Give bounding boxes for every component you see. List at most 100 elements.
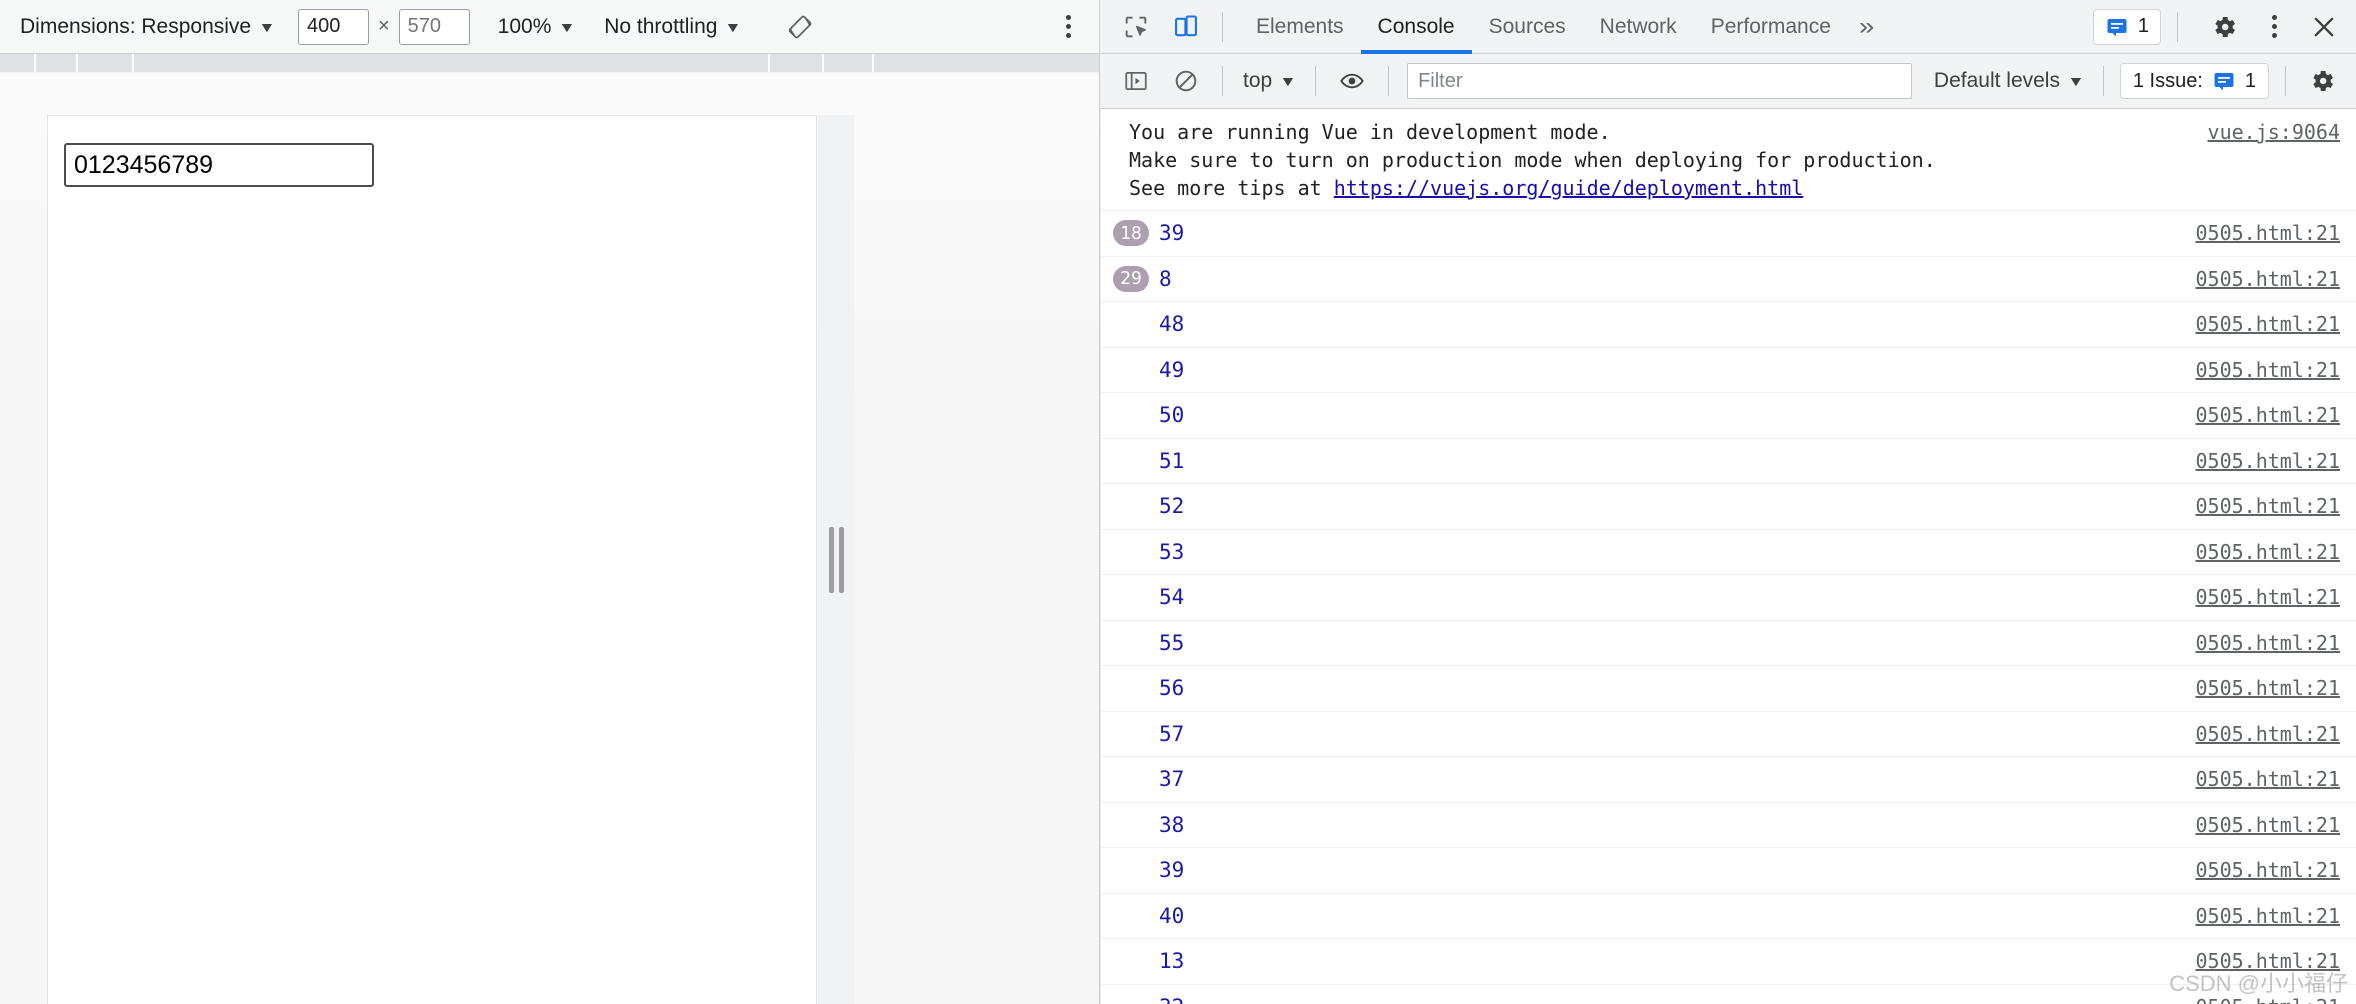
- console-log-row[interactable]: 57 0505.html:21: [1101, 712, 2356, 757]
- console-message-source-link[interactable]: 0505.html:21: [2196, 631, 2341, 655]
- issues-text-label: 1 Issue:: [2132, 69, 2203, 92]
- toolbar-divider: [1222, 66, 1223, 96]
- console-message-source-link[interactable]: 0505.html:21: [2196, 221, 2341, 245]
- tab-sources[interactable]: Sources: [1472, 0, 1583, 53]
- vue-warning-line-3: See more tips at https://vuejs.org/guide…: [1129, 174, 2340, 202]
- toolbar-divider: [1222, 11, 1223, 42]
- device-toolbar-more-options-icon[interactable]: [1051, 10, 1085, 44]
- console-log-row[interactable]: 39 0505.html:21: [1101, 848, 2356, 894]
- console-message-source-link[interactable]: 0505.html:21: [2196, 403, 2341, 427]
- device-viewport-canvas: [0, 73, 1099, 1004]
- live-expression-icon[interactable]: [1332, 61, 1372, 101]
- console-log-row[interactable]: 56 0505.html:21: [1101, 666, 2356, 712]
- console-context-dropdown[interactable]: top ▼: [1239, 69, 1299, 93]
- tab-label: Sources: [1488, 15, 1566, 38]
- chevron-down-icon: ▼: [558, 18, 576, 35]
- vue-warning-line-3-prefix: See more tips at: [1129, 176, 1334, 200]
- console-log-row[interactable]: 18 39 0505.html:21: [1101, 211, 2356, 257]
- tab-console[interactable]: Console: [1360, 0, 1472, 54]
- console-log-value: 54: [1159, 585, 1185, 610]
- chevron-down-icon: ▼: [724, 18, 743, 35]
- viewport-height-input[interactable]: [398, 8, 470, 45]
- console-log-value: 39: [1159, 221, 1185, 246]
- console-message-source-link[interactable]: 0505.html:21: [2196, 722, 2341, 746]
- console-log-value: 8: [1159, 266, 1172, 291]
- console-message-list[interactable]: You are running Vue in development mode.…: [1100, 109, 2356, 1004]
- clear-console-icon[interactable]: [1166, 61, 1206, 101]
- console-message-source-link[interactable]: 0505.html:21: [2196, 585, 2341, 609]
- console-message-source-link[interactable]: 0505.html:21: [2196, 267, 2341, 291]
- console-filter-input[interactable]: [1407, 63, 1912, 99]
- toggle-device-toolbar-icon[interactable]: [1166, 7, 1206, 47]
- console-log-row[interactable]: 13 0505.html:21: [1101, 939, 2356, 985]
- console-log-row[interactable]: 54 0505.html:21: [1101, 575, 2356, 621]
- console-message-source-link[interactable]: vue.js:9064: [2208, 118, 2340, 146]
- tab-label: Network: [1599, 15, 1677, 38]
- network-throttling-dropdown[interactable]: No throttling ▼: [602, 11, 742, 43]
- close-icon[interactable]: [2304, 7, 2344, 47]
- console-message-source-link[interactable]: 0505.html:21: [2196, 358, 2341, 382]
- console-context-label: top: [1243, 69, 1273, 92]
- console-issues-badge[interactable]: 1 Issue: 1: [2119, 63, 2269, 99]
- console-log-value: 53: [1159, 539, 1185, 564]
- console-repeat-count-badge: 18: [1113, 220, 1149, 247]
- inspect-element-icon[interactable]: [1116, 7, 1156, 47]
- console-message-source-link[interactable]: 0505.html:21: [2196, 858, 2341, 882]
- console-log-row[interactable]: 53 0505.html:21: [1101, 530, 2356, 575]
- page-text-input[interactable]: [64, 143, 374, 187]
- console-message-source-link[interactable]: 0505.html:21: [2196, 949, 2341, 973]
- issues-status-badge[interactable]: 1: [2092, 8, 2161, 45]
- emulated-page-frame: [47, 115, 817, 1004]
- tab-network[interactable]: Network: [1583, 0, 1694, 53]
- toolbar-divider: [1388, 66, 1390, 96]
- console-log-value: 55: [1159, 630, 1185, 655]
- console-log-value: 32: [1159, 995, 1184, 1004]
- console-log-row[interactable]: 38 0505.html:21: [1101, 803, 2356, 848]
- console-message-source-link[interactable]: 0505.html:21: [2196, 449, 2341, 473]
- console-message-source-link[interactable]: 0505.html:21: [2196, 540, 2341, 564]
- chevron-down-icon: ▼: [1279, 73, 1297, 89]
- console-sidebar-icon[interactable]: [1116, 61, 1156, 101]
- console-message-source-link[interactable]: 0505.html:21: [2196, 904, 2341, 928]
- tab-performance[interactable]: Performance: [1694, 0, 1848, 53]
- console-log-row[interactable]: 55 0505.html:21: [1101, 621, 2356, 666]
- console-log-value: 50: [1159, 403, 1185, 428]
- console-log-row[interactable]: 49 0505.html:21: [1101, 348, 2356, 393]
- viewport-ruler: [0, 54, 1099, 73]
- console-log-row[interactable]: 50 0505.html:21: [1101, 393, 2356, 439]
- device-dimensions-dropdown[interactable]: Dimensions: Responsive ▼: [18, 11, 276, 43]
- viewport-resize-handle[interactable]: [818, 115, 854, 1004]
- vue-warning-line-2: Make sure to turn on production mode whe…: [1129, 148, 1936, 172]
- zoom-level-dropdown[interactable]: 100% ▼: [496, 11, 577, 43]
- rotate-device-icon[interactable]: [784, 11, 816, 43]
- console-log-row[interactable]: 40 0505.html:21: [1101, 894, 2356, 939]
- console-message-source-link[interactable]: 0505.html:21: [2196, 813, 2341, 837]
- devtools-panel: Elements Console Sources Network Perform…: [1100, 0, 2356, 1004]
- gear-icon[interactable]: [2204, 7, 2244, 47]
- console-log-row[interactable]: 32 0505.html:21: [1101, 985, 2356, 1004]
- console-message-source-link[interactable]: 0505.html:21: [2196, 676, 2341, 700]
- console-log-row[interactable]: 29 8 0505.html:21: [1101, 257, 2356, 302]
- vue-deployment-guide-link[interactable]: https://vuejs.org/guide/deployment.html: [1334, 176, 1804, 200]
- network-throttling-label: No throttling: [604, 14, 718, 38]
- console-log-row[interactable]: 48 0505.html:21: [1101, 302, 2356, 348]
- console-message-source-link[interactable]: 0505.html:21: [2196, 494, 2341, 518]
- console-message-source-link[interactable]: 0505.html:21: [2196, 312, 2341, 336]
- viewport-width-input[interactable]: [297, 8, 369, 45]
- tab-label: Elements: [1256, 15, 1344, 38]
- gear-icon[interactable]: [2302, 61, 2342, 101]
- console-message-vue-warning: You are running Vue in development mode.…: [1101, 109, 2356, 211]
- console-message-source-link[interactable]: 0505.html:21: [2196, 767, 2341, 791]
- console-log-levels-dropdown[interactable]: Default levels ▼: [1930, 69, 2087, 93]
- tab-elements[interactable]: Elements: [1239, 0, 1361, 53]
- more-tabs-icon[interactable]: »: [1845, 13, 1888, 41]
- console-log-value: 56: [1159, 676, 1185, 701]
- devtools-more-options-icon[interactable]: [2254, 7, 2294, 47]
- console-log-value: 52: [1159, 494, 1185, 519]
- device-dimensions-label: Dimensions: Responsive: [20, 14, 252, 38]
- console-message-source-link[interactable]: 0505.html:21: [2196, 995, 2341, 1004]
- console-toolbar: top ▼ Default levels ▼ 1 Issue:: [1100, 54, 2356, 109]
- console-log-row[interactable]: 52 0505.html:21: [1101, 484, 2356, 530]
- console-log-row[interactable]: 51 0505.html:21: [1101, 439, 2356, 484]
- console-log-row[interactable]: 37 0505.html:21: [1101, 757, 2356, 803]
